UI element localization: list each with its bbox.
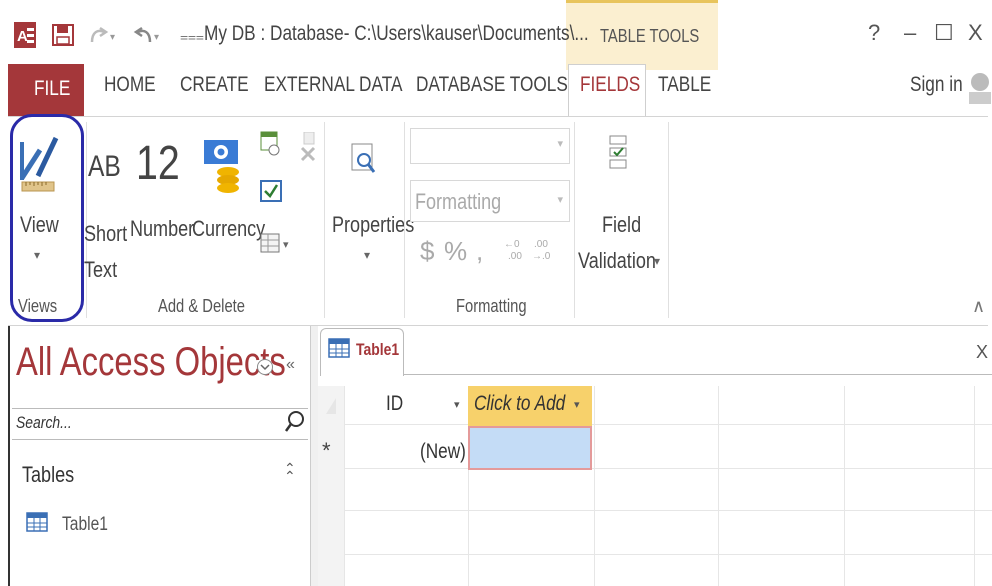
short-text-icon: AB [88, 150, 121, 183]
collapse-ribbon-button[interactable]: ∧ [972, 296, 985, 317]
nav-collapse-button[interactable]: « [286, 356, 295, 374]
section-collapse-icon[interactable]: ⌃ ⌃ [284, 461, 296, 483]
decrease-decimals-icon[interactable]: .00 →.0 [530, 236, 552, 262]
select-all-corner[interactable] [320, 390, 342, 420]
group-separator [574, 122, 575, 318]
data-type-dropdown[interactable]: ▾ [410, 128, 570, 164]
tab-file[interactable]: FILE [8, 64, 84, 118]
new-record-marker: * [322, 438, 331, 463]
comma-format-button[interactable]: , [476, 236, 483, 267]
tab-home[interactable]: HOME [104, 73, 167, 97]
field-validation-label: Field [602, 212, 642, 237]
nav-section-tables[interactable]: Tables [22, 462, 86, 488]
svg-text:▾: ▾ [110, 32, 115, 43]
properties-dropdown-arrow[interactable]: ▾ [364, 248, 370, 262]
close-document-button[interactable]: X [976, 342, 988, 363]
minimize-button[interactable]: – [904, 20, 916, 46]
percent-format-button[interactable]: % [444, 236, 467, 267]
short-text-button[interactable]: Short Text [84, 216, 137, 288]
field-validation-dropdown-arrow[interactable]: ▾ [654, 254, 660, 268]
sign-in-link[interactable]: Sign in [910, 73, 974, 97]
number-icon: 12 [136, 137, 180, 190]
add-delete-group-label: Add & Delete [158, 296, 245, 316]
svg-text:.00: .00 [508, 251, 522, 262]
nav-pane-splitter[interactable] [310, 326, 318, 586]
save-icon[interactable] [52, 24, 74, 46]
user-avatar-icon[interactable] [966, 70, 992, 104]
search-icon[interactable] [284, 410, 306, 434]
help-button[interactable]: ? [868, 20, 880, 46]
group-separator [404, 122, 405, 318]
date-time-icon[interactable] [260, 130, 280, 158]
access-app-icon[interactable]: A [14, 22, 36, 48]
document-tab-icon [328, 338, 350, 358]
svg-text:.00: .00 [534, 239, 548, 250]
nav-item-table1[interactable]: Table1 [62, 514, 118, 536]
svg-text:←0: ←0 [504, 239, 520, 250]
tab-external-data[interactable]: EXTERNAL DATA [264, 73, 433, 97]
tab-strip-line [404, 374, 992, 375]
properties-icon [350, 142, 378, 176]
table-tools-label: TABLE TOOLS [600, 26, 700, 46]
yes-no-checkbox-icon[interactable] [260, 180, 282, 202]
svg-text:A: A [17, 28, 28, 45]
undo-icon[interactable]: ▾ [132, 24, 162, 46]
redo-icon[interactable]: ▾ [88, 24, 118, 46]
format-dropdown[interactable]: Formatting ▾ [410, 180, 570, 222]
tab-table[interactable]: TABLE [658, 73, 723, 97]
close-button[interactable]: X [968, 20, 983, 46]
qat-customize-icon[interactable]: ⩶ [180, 28, 204, 45]
click-to-add-dropdown[interactable]: ▾ [574, 398, 580, 411]
selected-cell[interactable] [468, 426, 592, 470]
document-tab-label: Table1 [356, 340, 400, 359]
more-fields-icon[interactable]: ▾ [260, 232, 294, 254]
currency-format-button[interactable]: $ [420, 236, 434, 267]
maximize-button[interactable]: ☐ [934, 20, 954, 46]
column-header-id[interactable]: ID [386, 392, 407, 416]
field-validation-icon [608, 134, 630, 174]
id-column-dropdown[interactable]: ▾ [454, 398, 460, 411]
table-icon [26, 512, 48, 532]
views-highlight-circle [10, 114, 84, 322]
currency-icon [202, 136, 244, 200]
svg-text:▾: ▾ [283, 239, 289, 251]
svg-text:→.0: →.0 [532, 251, 551, 262]
click-to-add-label: Click to Add [474, 392, 566, 415]
datasheet [318, 386, 992, 586]
svg-text:▾: ▾ [154, 32, 159, 43]
group-separator [668, 122, 669, 318]
tab-fields-label: FIELDS [580, 73, 641, 96]
group-separator [324, 122, 325, 318]
nav-menu-icon[interactable] [256, 358, 274, 376]
search-input[interactable]: Search... [12, 408, 308, 440]
formatting-group-label: Formatting [456, 296, 527, 316]
nav-pane-title: All Access Objects [16, 340, 286, 384]
delete-field-icon[interactable] [300, 131, 318, 164]
tab-create[interactable]: CREATE [180, 73, 264, 97]
increase-decimals-icon[interactable]: ←0.00 [502, 236, 524, 262]
